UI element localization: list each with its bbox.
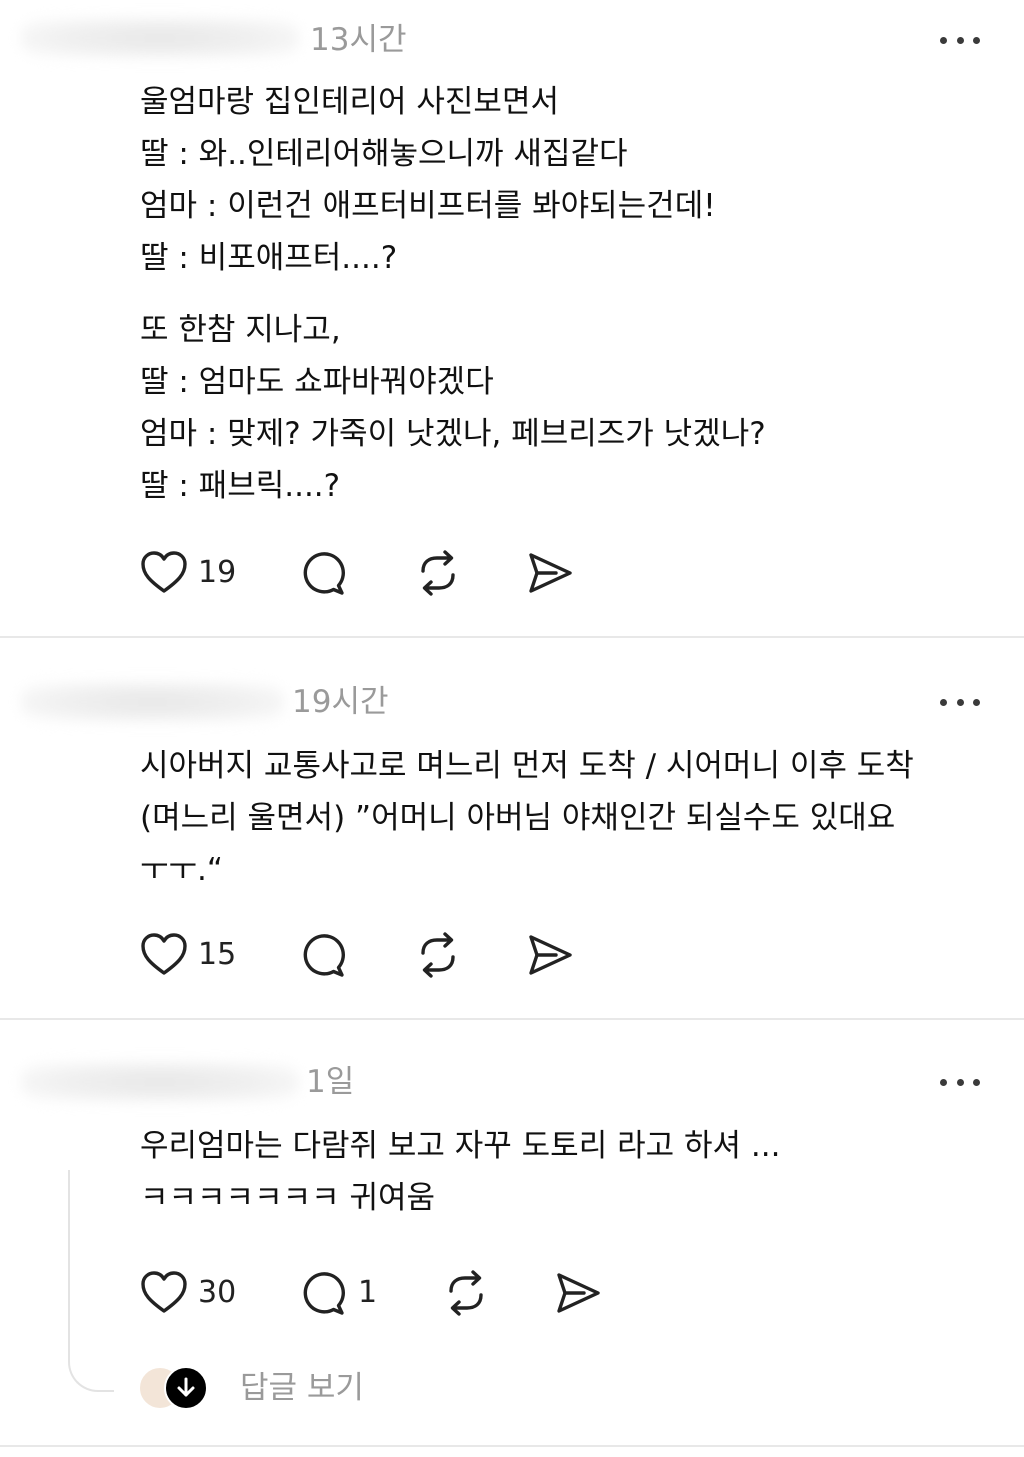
repost-icon <box>421 550 455 596</box>
post-divider <box>0 1445 1024 1447</box>
text-line: 딸 : 와..인테리어해놓으니까 새집같다 <box>140 136 628 172</box>
post-text: 우리엄마는 다람쥐 보고 자꾸 도토리 라고 하셔 ... ㅋㅋㅋㅋㅋㅋㅋ 귀여… <box>140 1120 985 1224</box>
repost-icon <box>421 932 455 978</box>
like-count: 30 <box>198 1275 237 1310</box>
comment-bubble-icon <box>303 552 345 595</box>
post-timestamp: 1일 <box>306 1064 355 1100</box>
action-bar: 15 <box>140 930 590 980</box>
heart-icon <box>141 933 187 975</box>
heart-icon <box>141 1271 187 1313</box>
view-replies-link[interactable]: 답글 보기 <box>240 1368 364 1408</box>
text-line: 또 한참 지나고, <box>140 312 341 348</box>
repost-button[interactable] <box>414 548 462 598</box>
thread-line <box>68 1170 114 1392</box>
like-button[interactable]: 15 <box>140 930 236 980</box>
more-dots-icon[interactable] <box>940 30 980 50</box>
repost-icon <box>449 1270 483 1316</box>
author-name-redacted[interactable] <box>20 1062 300 1102</box>
reply-button[interactable] <box>300 930 348 980</box>
send-icon <box>529 935 572 975</box>
like-button[interactable]: 30 <box>140 1268 236 1318</box>
text-line: 엄마 : 이런건 애프터비프터를 봐야되는건데! <box>140 188 716 224</box>
comment-bubble-icon <box>303 934 345 977</box>
text-line: 딸 : 엄마도 쇼파바꿔야겠다 <box>140 364 494 400</box>
heart-icon <box>141 551 187 593</box>
share-button[interactable] <box>526 930 574 980</box>
share-button[interactable] <box>554 1268 602 1318</box>
text-line: 딸 : 비포애프터....? <box>140 240 398 276</box>
text-paragraph: 우리엄마는 다람쥐 보고 자꾸 도토리 라고 하셔 ... ㅋㅋㅋㅋㅋㅋㅋ 귀여… <box>140 1128 781 1216</box>
comment-bubble-icon <box>303 1272 345 1315</box>
action-bar: 19 <box>140 548 590 598</box>
send-icon <box>529 553 572 593</box>
post-text: 울엄마랑 집인테리어 사진보면서 딸 : 와..인테리어해놓으니까 새집같다 엄… <box>140 76 985 512</box>
like-button[interactable]: 19 <box>140 548 236 598</box>
author-name-redacted[interactable] <box>20 18 300 58</box>
more-dots-icon[interactable] <box>940 692 980 712</box>
share-button[interactable] <box>526 548 574 598</box>
author-name-redacted[interactable] <box>20 682 285 722</box>
post-timestamp: 19시간 <box>292 684 389 720</box>
repost-button[interactable] <box>442 1268 490 1318</box>
arrow-down-icon <box>177 1377 195 1397</box>
post-1: 13시간 울엄마랑 집인테리어 사진보면서 딸 : 와..인테리어해놓으니까 새… <box>0 0 1024 636</box>
post-2: 19시간 시아버지 교통사고로 며느리 먼저 도착 / 시어머니 이후 도착 (… <box>0 638 1024 1018</box>
reply-button[interactable]: 1 <box>300 1268 377 1318</box>
action-bar: 30 1 <box>140 1268 620 1318</box>
send-icon <box>557 1273 600 1313</box>
repost-button[interactable] <box>414 930 462 980</box>
like-count: 15 <box>198 937 237 972</box>
more-dots-icon[interactable] <box>940 1072 980 1092</box>
text-line: 딸 : 패브릭....? <box>140 468 341 504</box>
text-line: 울엄마랑 집인테리어 사진보면서 <box>140 84 559 120</box>
reply-button[interactable] <box>300 548 348 598</box>
expand-replies-button[interactable] <box>164 1366 208 1410</box>
text-paragraph: 시아버지 교통사고로 며느리 먼저 도착 / 시어머니 이후 도착 (며느리 울… <box>140 748 914 888</box>
post-text: 시아버지 교통사고로 며느리 먼저 도착 / 시어머니 이후 도착 (며느리 울… <box>140 740 985 896</box>
post-3: 1일 우리엄마는 다람쥐 보고 자꾸 도토리 라고 하셔 ... ㅋㅋㅋㅋㅋㅋㅋ… <box>0 1020 1024 1445</box>
post-timestamp: 13시간 <box>310 22 407 58</box>
like-count: 19 <box>198 555 237 590</box>
reply-count: 1 <box>358 1275 378 1310</box>
text-line: 엄마 : 맞제? 가죽이 낫겠나, 페브리즈가 낫겠나? <box>140 416 766 452</box>
